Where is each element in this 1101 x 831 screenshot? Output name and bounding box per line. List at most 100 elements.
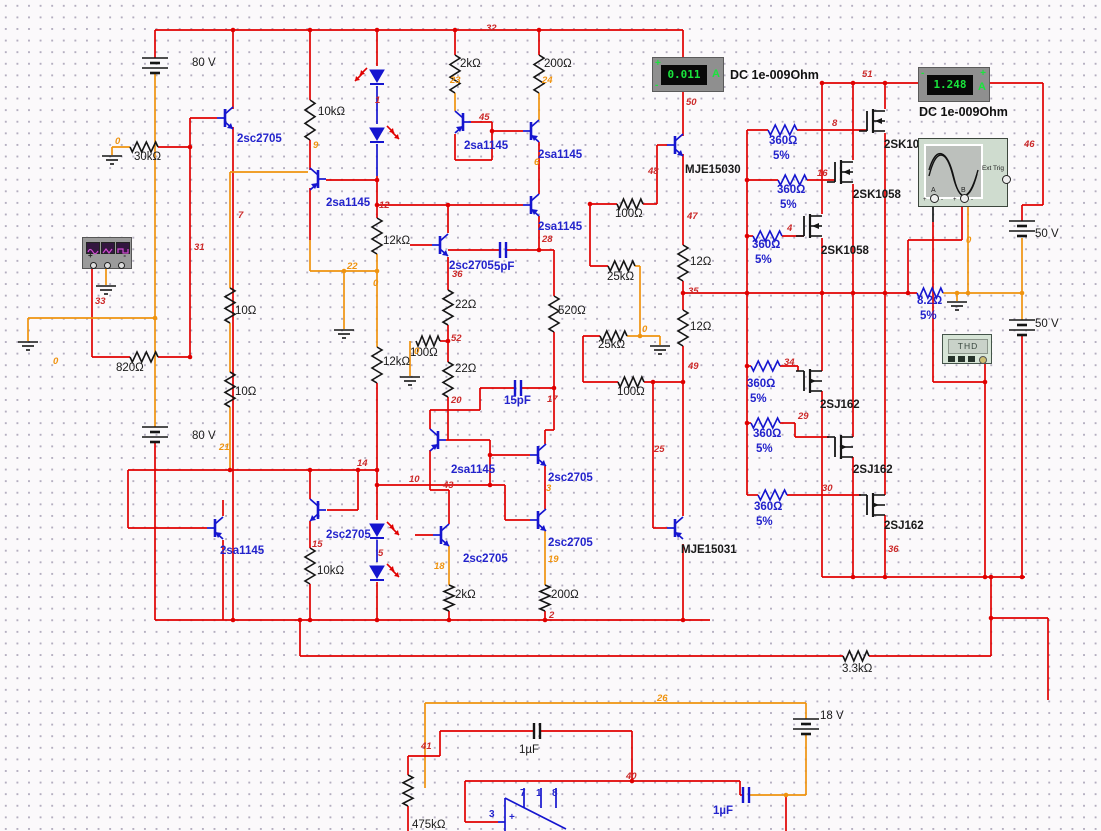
component-value-label[interactable]: 360Ω — [769, 135, 797, 148]
component-value-label[interactable]: 12Ω — [690, 256, 711, 269]
component-value-label[interactable]: 360Ω — [754, 501, 782, 514]
component-value-label[interactable]: 50 V — [1035, 228, 1059, 241]
component-value-label[interactable]: 1µF — [713, 805, 733, 818]
fgen-plus-terminal[interactable] — [90, 262, 97, 269]
node-number-label[interactable]: 43 — [443, 481, 454, 491]
resistor-symbol[interactable] — [750, 416, 781, 430]
channel-a-terminal[interactable] — [930, 194, 939, 203]
component-name-label[interactable]: MJE15030 — [685, 164, 741, 177]
node-number-label[interactable]: 26 — [657, 694, 668, 704]
component-value-label[interactable]: 12kΩ — [383, 235, 410, 248]
triangle-waveform-icon[interactable] — [101, 242, 115, 254]
oscilloscope[interactable]: Ext Trig A B + - + - — [918, 138, 1011, 207]
fgen-minus-terminal[interactable] — [118, 262, 125, 269]
led-symbol[interactable] — [369, 127, 385, 141]
component-name-label[interactable]: 2SK1058 — [821, 245, 869, 258]
component-value-label[interactable]: 5% — [750, 393, 767, 406]
component-value-label[interactable]: 10Ω — [235, 386, 256, 399]
channel-b-terminal[interactable] — [960, 194, 969, 203]
node-number-label[interactable]: 45 — [479, 113, 490, 123]
component-name-label[interactable]: 2sc2705 — [463, 553, 508, 566]
component-value-label[interactable]: 25kΩ — [598, 339, 625, 352]
component-value-label[interactable]: 360Ω — [777, 184, 805, 197]
component-value-label[interactable]: 18 V — [820, 710, 844, 723]
node-number-label[interactable]: 25 — [654, 445, 665, 455]
pin-number-label[interactable]: + — [509, 813, 515, 823]
component-value-label[interactable]: 200Ω — [551, 589, 579, 602]
node-number-label[interactable]: 7 — [238, 211, 243, 221]
component-value-label[interactable]: 5pF — [494, 261, 514, 274]
thd-button[interactable] — [948, 356, 955, 362]
component-value-label[interactable]: 80 V — [192, 430, 216, 443]
component-name-label[interactable]: 2sc2705 — [237, 133, 282, 146]
component-value-label[interactable]: 5% — [773, 150, 790, 163]
component-value-label[interactable]: 12kΩ — [383, 356, 410, 369]
component-name-label[interactable]: 2sc2705 — [548, 472, 593, 485]
component-value-label[interactable]: 360Ω — [747, 378, 775, 391]
component-value-label[interactable]: 5% — [756, 516, 773, 529]
node-number-label[interactable]: 20 — [451, 396, 462, 406]
pin-number-label[interactable]: 3 — [489, 810, 495, 820]
node-number-label[interactable]: 23 — [450, 76, 461, 86]
led-symbol[interactable] — [369, 523, 385, 537]
component-name-label[interactable]: 2sa1145 — [538, 149, 582, 162]
node-number-label[interactable]: 1 — [375, 96, 380, 106]
component-name-label[interactable]: 2SJ162 — [884, 520, 924, 533]
resistor-symbol[interactable] — [532, 54, 546, 94]
resistor-symbol[interactable] — [842, 648, 870, 664]
node-number-label[interactable]: 2 — [549, 611, 554, 621]
node-number-label[interactable]: 0 — [414, 347, 419, 357]
node-number-label[interactable]: 5 — [378, 549, 383, 559]
resistor-symbol[interactable] — [303, 547, 317, 585]
component-value-label[interactable]: 100Ω — [617, 386, 645, 399]
resistor-symbol[interactable] — [448, 54, 462, 94]
node-number-label[interactable]: 46 — [1024, 140, 1035, 150]
node-number-label[interactable]: 12 — [379, 201, 390, 211]
component-name-label[interactable]: 2SK1058 — [853, 189, 901, 202]
node-number-label[interactable]: 6 — [534, 158, 539, 168]
component-name-label[interactable]: 2sa1145 — [451, 464, 495, 477]
node-number-label[interactable]: 28 — [542, 235, 553, 245]
node-number-label[interactable]: 30 — [822, 484, 833, 494]
resistor-symbol[interactable] — [767, 123, 798, 137]
component-value-label[interactable]: 820Ω — [116, 362, 144, 375]
thd-button[interactable] — [968, 356, 975, 362]
pin-number-label[interactable]: 7 — [520, 789, 526, 799]
node-number-label[interactable]: 47 — [687, 212, 698, 222]
component-value-label[interactable]: 3.3kΩ — [842, 663, 872, 676]
component-value-label[interactable]: 22Ω — [455, 299, 476, 312]
thd-button[interactable] — [958, 356, 965, 362]
node-number-label[interactable]: 40 — [626, 772, 637, 782]
component-value-label[interactable]: 22Ω — [455, 363, 476, 376]
component-value-label[interactable]: 5% — [920, 310, 937, 323]
node-number-label[interactable]: 49 — [688, 362, 699, 372]
component-name-label[interactable]: MJE15031 — [681, 544, 737, 557]
node-number-label[interactable]: 9 — [313, 141, 318, 151]
component-name-label[interactable]: 2sa1145 — [220, 545, 264, 558]
component-value-label[interactable]: 360Ω — [753, 428, 781, 441]
resistor-symbol[interactable] — [676, 309, 690, 347]
node-number-label[interactable]: 19 — [548, 555, 559, 565]
node-number-label[interactable]: 21 — [219, 443, 230, 453]
node-number-label[interactable]: 15 — [312, 540, 323, 550]
component-name-label[interactable]: 2sa1145 — [538, 221, 582, 234]
node-number-label[interactable]: 8 — [832, 119, 837, 129]
node-number-label[interactable]: 48 — [648, 167, 659, 177]
resistor-symbol[interactable] — [401, 774, 415, 807]
component-value-label[interactable]: 5% — [755, 254, 772, 267]
component-name-label[interactable]: 2SJ162 — [853, 464, 893, 477]
resistor-symbol[interactable] — [676, 244, 690, 282]
node-number-label[interactable]: 51 — [862, 70, 873, 80]
node-number-label[interactable]: 29 — [798, 412, 809, 422]
function-generator[interactable]: + - — [82, 237, 132, 269]
thd-meter[interactable]: THD — [942, 334, 992, 364]
component-value-label[interactable]: 80 V — [192, 57, 216, 70]
node-number-label[interactable]: 18 — [434, 562, 445, 572]
resistor-symbol[interactable] — [415, 333, 441, 349]
schematic-canvas[interactable]: 80 V 80 V 30kΩ 10kΩ 2kΩ 200Ω 12kΩ 12kΩ 100Ω 22Ω 22… — [0, 0, 1101, 831]
node-number-label[interactable]: 50 — [686, 98, 697, 108]
component-name-label[interactable]: 2sc2705 — [548, 537, 593, 550]
node-number-label[interactable]: 35 — [688, 287, 699, 297]
component-name-label[interactable]: 2sc2705 — [326, 529, 371, 542]
component-value-label[interactable]: 8.2Ω — [917, 295, 942, 308]
